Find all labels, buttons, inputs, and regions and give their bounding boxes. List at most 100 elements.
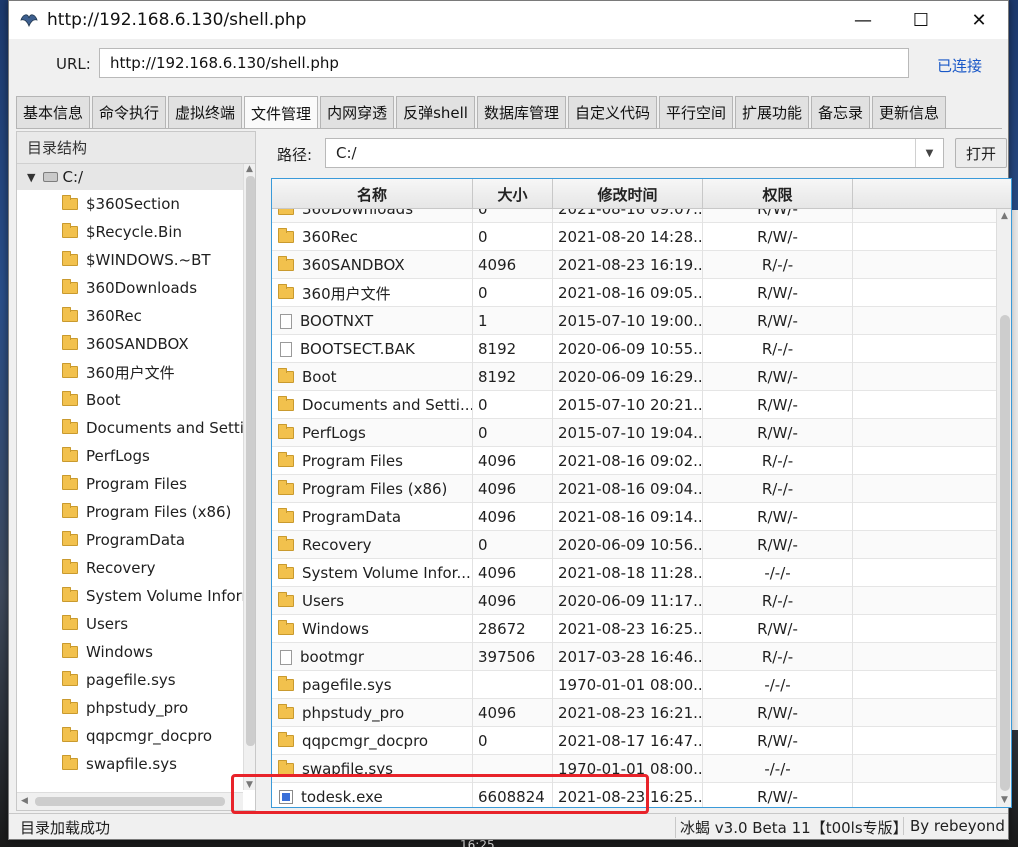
folder-icon	[62, 587, 78, 602]
tree-item[interactable]: Documents and Settings	[17, 414, 255, 442]
scroll-left-icon[interactable]: ◀	[21, 796, 28, 806]
table-row[interactable]: bootmgr 397506 2017-03-28 16:46... R/-/-	[272, 643, 996, 671]
table-row[interactable]: PerfLogs 0 2015-07-10 19:04... R/W/-	[272, 419, 996, 447]
column-header-permission[interactable]: 权限	[703, 179, 853, 209]
table-row[interactable]: phpstudy_pro 4096 2021-08-23 16:21... R/W/-	[272, 699, 996, 727]
table-row[interactable]: System Volume Infor... 4096 2021-08-18 11:…	[272, 559, 996, 587]
table-row[interactable]: Documents and Setti... 0 2015-07-10 20:21.…	[272, 391, 996, 419]
column-header-modified[interactable]: 修改时间	[553, 179, 703, 209]
tree-item[interactable]: qqpcmgr_docpro	[17, 722, 255, 750]
table-row[interactable]: qqpcmgr_docpro 0 2021-08-17 16:47... R/W/-	[272, 727, 996, 755]
table-row[interactable]: BOOTNXT 1 2015-07-10 19:00... R/W/-	[272, 307, 996, 335]
tab-9[interactable]: 扩展功能	[735, 96, 810, 128]
status-author: By rebeyond	[903, 817, 1005, 835]
cell-name[interactable]: ProgramData	[272, 503, 473, 531]
tree-item[interactable]: $Recycle.Bin	[17, 218, 255, 246]
cell-name[interactable]: 360用户文件	[272, 279, 473, 307]
cell-modified: 2021-08-23 16:25...	[553, 615, 703, 643]
cell-name[interactable]: System Volume Infor...	[272, 559, 473, 587]
tree-item[interactable]: ProgramData	[17, 526, 255, 554]
cell-name[interactable]: BOOTSECT.BAK	[272, 335, 473, 363]
tree-horizontal-scrollbar[interactable]: ◀	[17, 792, 243, 810]
dropdown-arrow-icon[interactable]: ▼	[915, 139, 943, 167]
tab-3[interactable]: 文件管理	[244, 96, 319, 129]
cell-name[interactable]: Program Files	[272, 447, 473, 475]
cell-name[interactable]: qqpcmgr_docpro	[272, 727, 473, 755]
tab-2[interactable]: 虚拟终端	[168, 96, 243, 128]
tree-root-drive[interactable]: ▼ C:/	[17, 164, 255, 190]
cell-name[interactable]: PerfLogs	[272, 419, 473, 447]
scroll-down-icon[interactable]: ▼	[1001, 795, 1008, 805]
column-header-name[interactable]: 名称	[272, 179, 473, 209]
tree-item[interactable]: $360Section	[17, 190, 255, 218]
tab-8[interactable]: 平行空间	[659, 96, 734, 128]
tree-item[interactable]: $WINDOWS.~BT	[17, 246, 255, 274]
table-row[interactable]: Boot 8192 2020-06-09 16:29... R/W/-	[272, 363, 996, 391]
scroll-up-icon[interactable]: ▲	[246, 164, 253, 174]
tree-item[interactable]: pagefile.sys	[17, 666, 255, 694]
path-combobox[interactable]: C:/ ▼	[325, 138, 944, 168]
tree-item[interactable]: 360Rec	[17, 302, 255, 330]
cell-name[interactable]: bootmgr	[272, 643, 473, 671]
cell-name[interactable]: BOOTNXT	[272, 307, 473, 335]
tree-item[interactable]: 360用户文件	[17, 358, 255, 386]
tab-5[interactable]: 反弹shell	[396, 96, 475, 128]
table-row[interactable]: Windows 28672 2021-08-23 16:25... R/W/-	[272, 615, 996, 643]
maximize-button[interactable]: ☐	[892, 1, 950, 39]
close-button[interactable]: ✕	[950, 1, 1008, 39]
cell-name[interactable]: Boot	[272, 363, 473, 391]
table-vscroll-thumb[interactable]	[1000, 315, 1010, 791]
tree-item[interactable]: Program Files (x86)	[17, 498, 255, 526]
table-row[interactable]: Program Files (x86) 4096 2021-08-16 09:04.…	[272, 475, 996, 503]
tree-item[interactable]: phpstudy_pro	[17, 694, 255, 722]
table-row[interactable]: 360Rec 0 2021-08-20 14:28... R/W/-	[272, 223, 996, 251]
scroll-up-icon[interactable]: ▲	[1001, 211, 1008, 221]
cell-permission: R/W/-	[703, 727, 853, 755]
tree-item[interactable]: System Volume Information	[17, 582, 255, 610]
table-row[interactable]: Recovery 0 2020-06-09 10:56... R/W/-	[272, 531, 996, 559]
tree-vertical-scrollbar[interactable]: ▲ ▼	[243, 164, 255, 790]
tree-item[interactable]: Users	[17, 610, 255, 638]
tree-item[interactable]: 360SANDBOX	[17, 330, 255, 358]
tree-item[interactable]: Boot	[17, 386, 255, 414]
table-row[interactable]: ProgramData 4096 2021-08-16 09:14... R/W/-	[272, 503, 996, 531]
cell-name[interactable]: 360Rec	[272, 223, 473, 251]
tab-0[interactable]: 基本信息	[16, 96, 91, 128]
tree-item[interactable]: Recovery	[17, 554, 255, 582]
tree-item[interactable]: swapfile.sys	[17, 750, 255, 778]
minimize-button[interactable]: —	[834, 1, 892, 39]
tab-6[interactable]: 数据库管理	[476, 96, 566, 128]
cell-name[interactable]: pagefile.sys	[272, 671, 473, 699]
tab-1[interactable]: 命令执行	[92, 96, 167, 128]
tree-vscroll-thumb[interactable]	[246, 176, 255, 746]
table-vertical-scrollbar[interactable]: ▲ ▼	[996, 209, 1011, 807]
table-row[interactable]: Program Files 4096 2021-08-16 09:02... R/-/…	[272, 447, 996, 475]
expand-arrow-icon[interactable]: ▼	[27, 171, 35, 184]
tree-hscroll-thumb[interactable]	[35, 797, 225, 806]
tree-item[interactable]: Windows	[17, 638, 255, 666]
cell-name[interactable]: Windows	[272, 615, 473, 643]
column-header-size[interactable]: 大小	[473, 179, 553, 209]
cell-name[interactable]: Documents and Setti...	[272, 391, 473, 419]
tree-item[interactable]: PerfLogs	[17, 442, 255, 470]
table-row[interactable]: BOOTSECT.BAK 8192 2020-06-09 10:55... R/-/-	[272, 335, 996, 363]
tab-11[interactable]: 更新信息	[872, 96, 947, 128]
cell-name[interactable]: Users	[272, 587, 473, 615]
tab-4[interactable]: 内网穿透	[320, 96, 395, 128]
tab-10[interactable]: 备忘录	[811, 96, 871, 128]
open-button[interactable]: 打开	[955, 138, 1007, 168]
cell-name[interactable]: Program Files (x86)	[272, 475, 473, 503]
tree-item[interactable]: Program Files	[17, 470, 255, 498]
cell-name[interactable]: phpstudy_pro	[272, 699, 473, 727]
path-value[interactable]: C:/	[336, 144, 357, 162]
tab-7[interactable]: 自定义代码	[567, 96, 657, 128]
url-input[interactable]: http://192.168.6.130/shell.php	[99, 48, 909, 78]
cell-name[interactable]: Recovery	[272, 531, 473, 559]
table-row[interactable]: Users 4096 2020-06-09 11:17... R/-/-	[272, 587, 996, 615]
table-row[interactable]: 360SANDBOX 4096 2021-08-23 16:19... R/-/-	[272, 251, 996, 279]
table-row[interactable]: 360用户文件 0 2021-08-16 09:05... R/W/-	[272, 279, 996, 307]
tree-item[interactable]: 360Downloads	[17, 274, 255, 302]
cell-name[interactable]: 360SANDBOX	[272, 251, 473, 279]
connection-status-link[interactable]: 已连接	[937, 55, 982, 76]
table-row[interactable]: pagefile.sys 1970-01-01 08:00... -/-/-	[272, 671, 996, 699]
